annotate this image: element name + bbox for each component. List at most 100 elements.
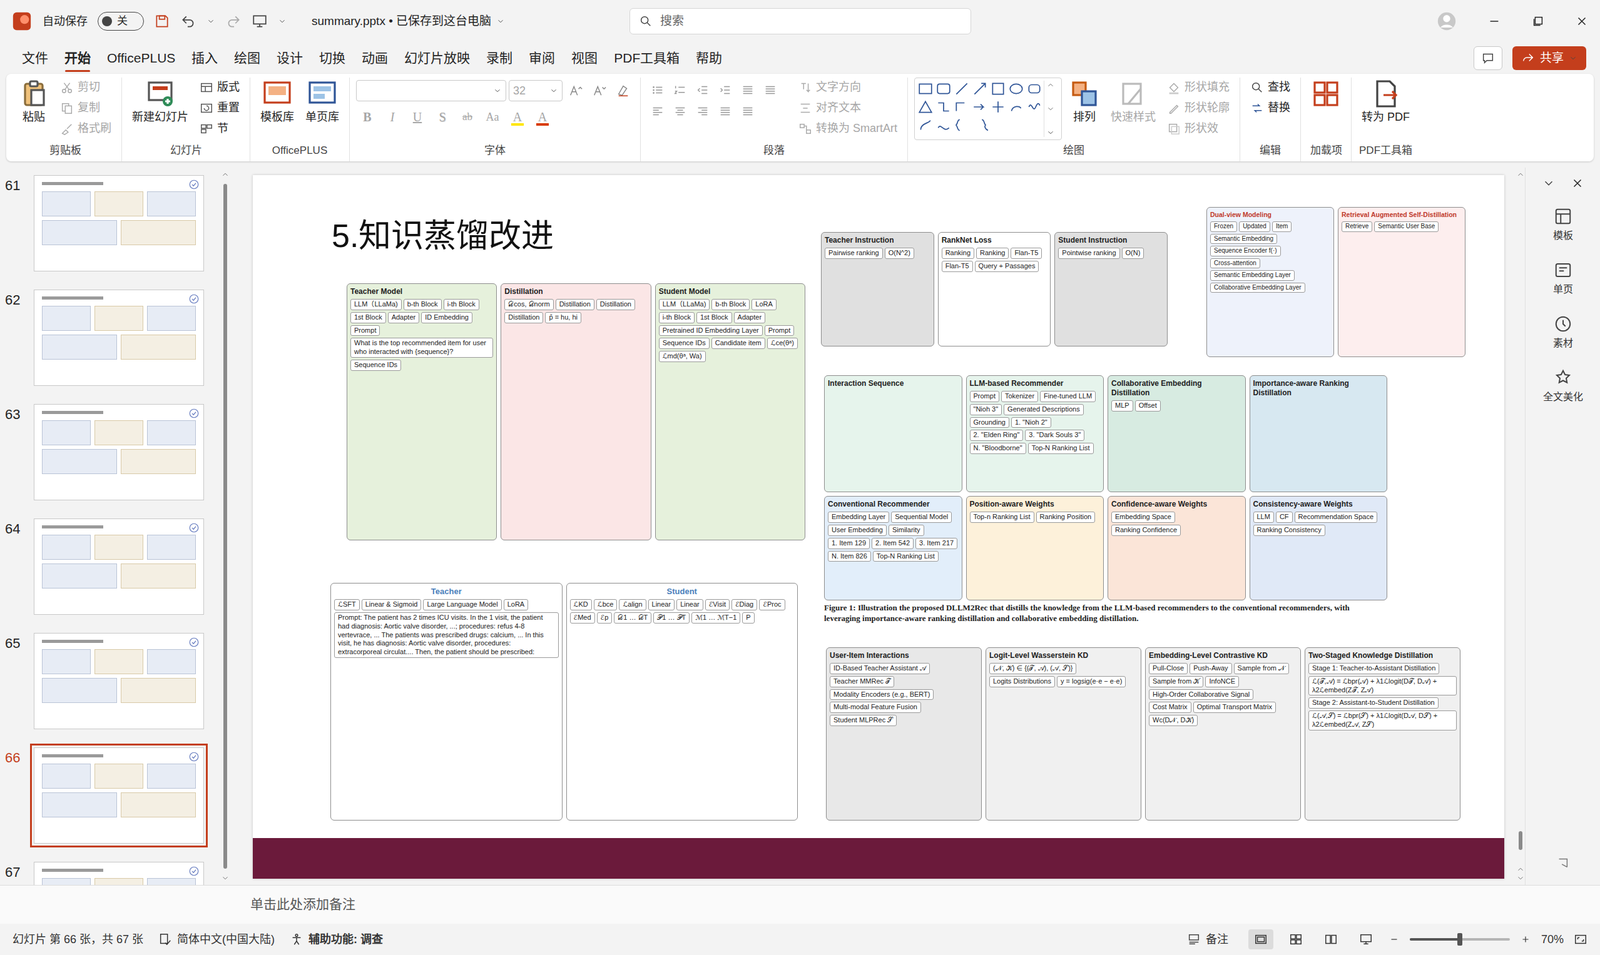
ribbon-button[interactable]: 复制	[56, 98, 116, 118]
ribbon-icon-button[interactable]	[759, 80, 781, 101]
view-button[interactable]	[1248, 929, 1274, 950]
ribbon-button[interactable]: 粘贴	[15, 77, 53, 126]
menu-tab[interactable]: 审阅	[520, 44, 564, 72]
zoom-out-icon[interactable]	[1388, 934, 1400, 946]
shape-icon[interactable]	[917, 98, 934, 116]
ribbon-button[interactable]: 单页库	[301, 77, 343, 126]
share-button[interactable]: 共享	[1512, 46, 1587, 71]
shape-icon[interactable]	[989, 98, 1007, 116]
thumbnail-row[interactable]: 66	[0, 747, 230, 863]
slide-thumbnail[interactable]	[33, 633, 204, 730]
search-input[interactable]	[658, 11, 962, 32]
figure[interactable]: User-Item InteractionsID-Based Teacher A…	[825, 647, 1461, 821]
scroll-down-icon[interactable]	[220, 874, 230, 883]
ribbon-button[interactable]: 版式	[195, 77, 244, 97]
shape-icon[interactable]	[953, 80, 970, 97]
ribbon-icon-button[interactable]	[737, 80, 759, 101]
slide-thumbnail[interactable]	[33, 747, 204, 845]
gallery-scroll[interactable]	[1043, 80, 1057, 138]
ribbon-button[interactable]: 替换	[1246, 98, 1295, 118]
thumbnail-row[interactable]: 67	[0, 862, 230, 886]
ribbon-icon-button[interactable]	[737, 101, 759, 122]
slide[interactable]: 5.知识蒸馏改进 Teacher ModelLLM（LLaMa)b-th Bloc…	[252, 175, 1505, 880]
ribbon-button[interactable]: 重置	[195, 98, 244, 118]
format-button[interactable]: U	[406, 106, 429, 128]
thumbnail-row[interactable]: 64	[0, 518, 230, 634]
save-icon[interactable]	[153, 13, 171, 30]
slide-thumbnails[interactable]: 61626364656667	[0, 167, 230, 886]
figure[interactable]: Interaction SequenceLLM-based Recommende…	[824, 375, 1388, 625]
menu-tab[interactable]: 视图	[563, 44, 606, 72]
menu-tab[interactable]: 插入	[183, 44, 226, 72]
undo-dropdown-icon[interactable]	[206, 16, 216, 26]
menu-tab[interactable]: 文件	[13, 44, 57, 72]
accessibility[interactable]: 辅助功能: 调查	[289, 931, 383, 949]
pane-button[interactable]: 模板	[1549, 206, 1577, 245]
close-pane-icon[interactable]	[1570, 176, 1585, 191]
notes-placeholder[interactable]: 单击此处添加备注	[250, 897, 356, 912]
fit-to-window-icon[interactable]	[1573, 932, 1588, 947]
minimize-icon[interactable]	[1487, 14, 1502, 29]
format-button[interactable]: ab	[456, 106, 479, 128]
menu-tab[interactable]: 设计	[268, 44, 311, 72]
shape-icon[interactable]	[971, 117, 989, 134]
shape-icon[interactable]	[971, 80, 989, 97]
thumbnail-scrollbar[interactable]	[220, 167, 230, 886]
notes-pane[interactable]: 单击此处添加备注	[0, 885, 1600, 925]
pane-button[interactable]: 全文美化	[1539, 367, 1587, 406]
redo-icon[interactable]	[225, 13, 242, 30]
ribbon-button[interactable]: 模板库	[256, 77, 298, 126]
ribbon-icon-button[interactable]	[669, 80, 691, 101]
search-box[interactable]	[629, 8, 972, 35]
shape-icon[interactable]	[935, 80, 952, 97]
font-size-box[interactable]: 32	[508, 80, 563, 102]
slide-thumbnail[interactable]	[33, 862, 204, 886]
thumbnail-row[interactable]: 61	[0, 175, 230, 290]
present-icon[interactable]	[251, 13, 268, 30]
slide-thumbnail[interactable]	[33, 518, 204, 616]
zoom-knob[interactable]	[1457, 933, 1463, 947]
slide-thumbnail[interactable]	[33, 404, 204, 501]
ribbon-button[interactable]: 转为 PDF	[1357, 77, 1414, 126]
figure[interactable]: Teacher ModelLLM（LLaMa)b-th Blocki-th Bl…	[346, 283, 806, 541]
figure[interactable]: Teacher InstructionPairwise rankingO(N^2…	[820, 232, 1168, 347]
ribbon-button[interactable]: 文字方向	[794, 77, 902, 97]
format-button[interactable]: A	[531, 106, 554, 128]
ribbon-button[interactable]: 形状效	[1163, 118, 1234, 139]
ribbon-button[interactable]: 新建幻灯片	[128, 77, 193, 126]
file-menu-icon[interactable]	[496, 16, 505, 26]
comments-button[interactable]	[1473, 46, 1503, 71]
notes-toggle[interactable]: 备注	[1187, 931, 1229, 949]
ribbon-button[interactable]: 节	[195, 118, 244, 139]
shape-icon[interactable]	[1008, 98, 1025, 116]
editor-scrollbar[interactable]	[1516, 167, 1525, 886]
ribbon-button[interactable]: 形状轮廓	[1163, 98, 1234, 118]
thumbnail-row[interactable]: 62	[0, 289, 230, 405]
slide-title[interactable]: 5.知识蒸馏改进	[331, 211, 554, 261]
more-icon[interactable]	[1046, 128, 1055, 138]
figure[interactable]: TeacherℒSFTLinear & SigmoidLarge Languag…	[330, 583, 798, 821]
previous-slide-icon[interactable]	[1516, 865, 1525, 875]
view-button[interactable]	[1353, 929, 1379, 950]
shape-icon[interactable]	[971, 98, 989, 116]
scroll-up-icon[interactable]	[1516, 170, 1525, 179]
ribbon-icon-button[interactable]	[692, 101, 714, 122]
shape-icon[interactable]	[953, 98, 970, 116]
settings-icon[interactable]	[1556, 856, 1570, 871]
menu-tab[interactable]: 帮助	[687, 44, 731, 72]
format-button[interactable]: Aa	[481, 106, 504, 128]
ribbon-icon-button[interactable]	[588, 80, 611, 101]
figure[interactable]: Dual-view ModelingFrozenUpdatedItemSeman…	[1206, 207, 1466, 358]
menu-tab[interactable]: 动画	[353, 44, 397, 72]
slide-thumbnail[interactable]	[33, 289, 204, 387]
collapse-icon[interactable]	[1541, 176, 1556, 191]
shape-icon[interactable]	[1026, 98, 1043, 116]
pane-button[interactable]: 素材	[1549, 314, 1577, 352]
ribbon-icon-button[interactable]	[647, 80, 669, 101]
ribbon-icon-button[interactable]	[565, 80, 587, 101]
shape-icon[interactable]	[953, 117, 970, 134]
menu-tab[interactable]: 幻灯片放映	[396, 44, 479, 72]
close-icon[interactable]	[1574, 14, 1589, 29]
scroll-down-icon[interactable]	[1046, 104, 1055, 114]
ribbon-button[interactable]: 剪切	[56, 77, 116, 97]
